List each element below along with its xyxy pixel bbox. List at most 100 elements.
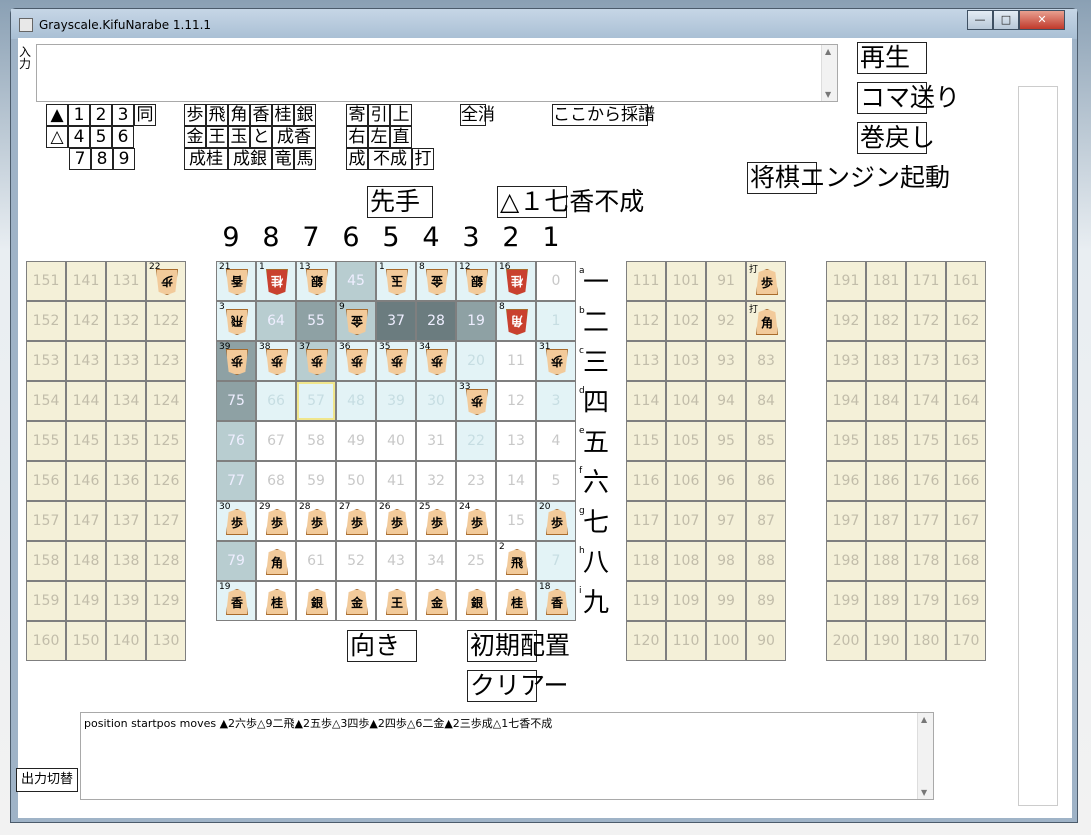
stand-cell[interactable]: 147 <box>66 501 106 541</box>
board-cell[interactable]: 64 <box>256 301 296 341</box>
stand-cell[interactable]: 141 <box>66 261 106 301</box>
stand-cell[interactable]: 143 <box>66 341 106 381</box>
stand-cell[interactable]: 90 <box>746 621 786 661</box>
shogi-piece[interactable]: 歩 <box>466 509 488 535</box>
board-cell[interactable]: 12 銀 <box>456 261 496 301</box>
stand-cell[interactable]: 188 <box>866 541 906 581</box>
stand-cell[interactable]: 187 <box>866 501 906 541</box>
shogi-piece[interactable]: 角 <box>266 549 288 575</box>
stand-cell[interactable]: 130 <box>146 621 186 661</box>
stand-cell[interactable]: 193 <box>826 341 866 381</box>
board-cell[interactable]: 68 <box>256 461 296 501</box>
board-cell[interactable]: 14 <box>496 461 536 501</box>
stand-cell[interactable]: 119 <box>626 581 666 621</box>
board-cell[interactable]: 37 <box>376 301 416 341</box>
stand-cell[interactable]: 155 <box>26 421 66 461</box>
stand-cell[interactable]: 111 <box>626 261 666 301</box>
stand-cell[interactable]: 152 <box>26 301 66 341</box>
stand-cell[interactable]: 104 <box>666 381 706 421</box>
key-m2-0[interactable]: 右 <box>346 126 368 148</box>
turn-button[interactable]: 先手 <box>367 186 433 218</box>
shogi-piece[interactable]: 銀 <box>466 589 488 615</box>
key-a-3[interactable]: 3 <box>112 104 134 126</box>
stand-piece[interactable]: 歩 <box>756 269 778 295</box>
stand-cell[interactable]: 194 <box>826 381 866 421</box>
stand-cell[interactable]: 99 <box>706 581 746 621</box>
stand-cell[interactable]: 179 <box>906 581 946 621</box>
board-cell[interactable]: 49 <box>336 421 376 461</box>
stand-cell[interactable]: 199 <box>826 581 866 621</box>
key-p2-0[interactable]: 金 <box>184 126 206 148</box>
stand-cell[interactable]: 197 <box>826 501 866 541</box>
key-p1-3[interactable]: 香 <box>250 104 272 126</box>
board-cell[interactable]: 銀 <box>456 581 496 621</box>
shogi-piece[interactable]: 玉 <box>386 269 408 295</box>
stand-cell[interactable]: 166 <box>946 461 986 501</box>
stand-cell[interactable]: 134 <box>106 381 146 421</box>
stand-cell[interactable]: 165 <box>946 421 986 461</box>
key-p1-1[interactable]: 飛 <box>206 104 228 126</box>
stand-cell[interactable]: 191 <box>826 261 866 301</box>
shogi-piece[interactable]: 香 <box>226 589 248 615</box>
stand-cell[interactable]: 87 <box>746 501 786 541</box>
stand-cell[interactable]: 182 <box>866 301 906 341</box>
stand-cell[interactable]: 95 <box>706 421 746 461</box>
shogi-piece[interactable]: 飛 <box>226 309 248 335</box>
key-p1-4[interactable]: 桂 <box>272 104 294 126</box>
stand-cell[interactable]: 102 <box>666 301 706 341</box>
board-cell[interactable]: 61 <box>296 541 336 581</box>
shogi-piece[interactable]: 歩 <box>226 349 248 375</box>
board-cell[interactable]: 王 <box>376 581 416 621</box>
stand-cell[interactable]: 190 <box>866 621 906 661</box>
stand-cell[interactable]: 22 步 <box>146 261 186 301</box>
stand-cell[interactable]: 150 <box>66 621 106 661</box>
key-m1-0[interactable]: 寄 <box>346 104 368 126</box>
key-p3-1[interactable]: 成銀 <box>228 148 272 170</box>
stand-cell[interactable]: 171 <box>906 261 946 301</box>
board-cell[interactable]: 16 桂 <box>496 261 536 301</box>
stand-cell[interactable]: 91 <box>706 261 746 301</box>
board-cell[interactable]: 30 <box>416 381 456 421</box>
board-cell[interactable]: 23 <box>456 461 496 501</box>
stand-cell[interactable]: 162 <box>946 301 986 341</box>
key-b-1[interactable]: 4 <box>68 126 90 148</box>
input-scrollbar[interactable]: ▲ ▼ <box>821 45 837 101</box>
stand-cell[interactable]: 106 <box>666 461 706 501</box>
stand-cell[interactable]: 109 <box>666 581 706 621</box>
stand-cell[interactable]: 156 <box>26 461 66 501</box>
rewind-button[interactable]: 巻戻し <box>857 122 935 154</box>
shogi-piece[interactable]: 歩 <box>306 349 328 375</box>
stand-cell[interactable]: 107 <box>666 501 706 541</box>
stand-cell[interactable]: 138 <box>106 541 146 581</box>
stand-cell[interactable]: 164 <box>946 381 986 421</box>
clear-button[interactable]: クリアー <box>467 670 569 702</box>
shogi-piece[interactable]: 歩 <box>346 349 368 375</box>
stand-cell[interactable]: 131 <box>106 261 146 301</box>
stand-piece[interactable]: 角 <box>756 309 778 335</box>
shogi-piece[interactable]: 桂 <box>266 589 288 615</box>
board-cell[interactable]: 3飛 <box>216 301 256 341</box>
stand-cell[interactable]: 112 <box>626 301 666 341</box>
board-cell[interactable]: 79 <box>216 541 256 581</box>
output-textbox[interactable]: position startpos moves ▲2六歩△9二飛▲2五歩△3四歩… <box>80 712 934 800</box>
shogi-piece[interactable]: 歩 <box>426 349 448 375</box>
minimize-button[interactable]: — <box>967 10 993 30</box>
key-c-1[interactable]: 8 <box>91 148 113 170</box>
shogi-piece[interactable]: 歩 <box>346 509 368 535</box>
stand-cell[interactable]: 181 <box>866 261 906 301</box>
stand-cell[interactable]: 198 <box>826 541 866 581</box>
stand-cell[interactable]: 114 <box>626 381 666 421</box>
board-cell[interactable]: 15 <box>496 501 536 541</box>
key-m1-2[interactable]: 上 <box>390 104 412 126</box>
key-m3-0[interactable]: 成 <box>346 148 368 170</box>
key-p2-1[interactable]: 王 <box>206 126 228 148</box>
key-p1-5[interactable]: 銀 <box>294 104 316 126</box>
stand-cell[interactable]: 148 <box>66 541 106 581</box>
board-cell[interactable]: 3 <box>536 381 576 421</box>
stand-cell[interactable]: 192 <box>826 301 866 341</box>
stand-cell[interactable]: 174 <box>906 381 946 421</box>
key-m1-1[interactable]: 引 <box>368 104 390 126</box>
board-cell[interactable]: 31 <box>416 421 456 461</box>
step-forward-button[interactable]: コマ送り <box>857 82 960 114</box>
stand-cell[interactable]: 172 <box>906 301 946 341</box>
